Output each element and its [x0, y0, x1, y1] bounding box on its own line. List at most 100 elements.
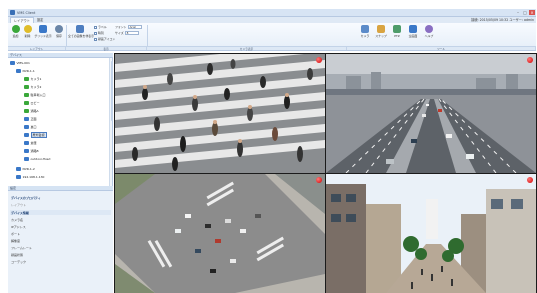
- font-setting: フォント Arial: [115, 25, 142, 30]
- size-setting: サイズ 8: [115, 31, 139, 36]
- minimize-button[interactable]: –: [515, 10, 521, 15]
- delete-icon: [23, 25, 32, 33]
- property-row[interactable]: ポート: [11, 231, 20, 237]
- tree-item[interactable]: 正面: [24, 116, 37, 123]
- fullscreen-icon: [409, 25, 417, 33]
- video-cell-intersection[interactable]: [115, 174, 325, 293]
- grid-icon: [39, 25, 47, 33]
- tree-item[interactable]: VMS-001: [10, 60, 30, 67]
- tree-item[interactable]: 駐車場入口: [24, 92, 46, 99]
- group-label-display: 表示: [66, 46, 147, 51]
- hide-all-button[interactable]: 全ての画像を非表示: [68, 25, 94, 38]
- tree-item-selected[interactable]: 屋外監視: [24, 132, 47, 139]
- checkbox-icon: [94, 25, 97, 29]
- camera-icon: [24, 141, 29, 145]
- tree-item[interactable]: outdoor-fixed: [24, 156, 50, 163]
- label-checkbox[interactable]: ラベル: [94, 25, 107, 30]
- camera-icon: [24, 133, 29, 137]
- video-cell-highway[interactable]: [326, 54, 536, 173]
- ribbon-separator: [147, 25, 148, 47]
- tree-item[interactable]: 通路A: [24, 108, 39, 115]
- tree-item[interactable]: 倉庫: [24, 140, 37, 147]
- tree-scrollbar[interactable]: [109, 58, 113, 186]
- time-checkbox[interactable]: 時刻: [94, 31, 104, 36]
- snapshot-icon: [377, 25, 385, 33]
- device-tree: VMS-001 NVR-1-1 カメラ1 カメラ2 駐車場入口 ロビー 通路A …: [8, 58, 113, 186]
- recording-indicator-icon: [316, 177, 322, 183]
- camera-online-icon: [24, 93, 29, 97]
- hide-all-icon: [76, 25, 84, 33]
- crosswalk-scene: [115, 54, 325, 173]
- property-row[interactable]: フレームレート: [11, 245, 32, 251]
- grid-view-button[interactable]: グリッド表示: [34, 25, 52, 38]
- recording-indicator-icon: [527, 177, 533, 183]
- property-row[interactable]: 解像度: [11, 238, 20, 244]
- font-field[interactable]: Arial: [127, 25, 142, 29]
- size-field[interactable]: 8: [124, 31, 139, 35]
- app-logo-icon: [10, 10, 15, 15]
- video-grid: [114, 53, 537, 293]
- camera-online-icon: [24, 109, 29, 113]
- properties-title: デバイスのプロパティ: [11, 196, 41, 200]
- title-bar: VMS Client – □ ×: [8, 9, 536, 17]
- add-icon: [11, 25, 20, 33]
- help-button[interactable]: ヘルプ: [422, 25, 436, 38]
- camera-icon: [24, 125, 29, 129]
- property-row[interactable]: コーデック: [11, 259, 26, 265]
- maximize-button[interactable]: □: [522, 10, 528, 15]
- save-button[interactable]: 保存: [54, 25, 64, 38]
- tree-item[interactable]: カメラ2: [24, 84, 41, 91]
- tree-item[interactable]: 裏口: [24, 124, 37, 131]
- delete-button[interactable]: 削除: [22, 25, 33, 38]
- tree-item[interactable]: ロビー: [24, 100, 40, 107]
- ptz-button[interactable]: PTZ: [390, 25, 404, 38]
- ribbon: 追加 削除 グリッド表示 保存 全ての画像を非表示 ラベル 時刻 録画アイコン …: [8, 23, 536, 51]
- intersection-scene: [115, 174, 325, 293]
- video-cell-crosswalk[interactable]: [115, 54, 325, 173]
- rec-icon-checkbox[interactable]: 録画アイコン: [94, 37, 115, 42]
- video-cell-street[interactable]: [326, 174, 536, 293]
- recorder-icon: [16, 69, 21, 73]
- highway-scene: [326, 54, 536, 173]
- camera-online-icon: [24, 101, 29, 105]
- ribbon-separator: [66, 25, 67, 47]
- camera-icon: [24, 157, 29, 161]
- camera-icon: [24, 117, 29, 121]
- save-icon: [55, 25, 63, 33]
- tree-item[interactable]: NVR-1-2: [16, 166, 35, 173]
- street-scene: [326, 174, 536, 293]
- camera-online-icon: [24, 85, 29, 89]
- window-title: VMS Client: [17, 10, 36, 15]
- property-row[interactable]: カメラ名: [11, 217, 23, 223]
- recorder-icon: [16, 175, 21, 179]
- recording-indicator-icon: [316, 57, 322, 63]
- scrollbar-thumb[interactable]: [110, 61, 113, 121]
- close-button[interactable]: ×: [529, 10, 535, 15]
- recording-indicator-icon: [527, 57, 533, 63]
- tree-item[interactable]: カメラ1: [24, 76, 41, 83]
- tree-item[interactable]: NVR-1-1: [16, 68, 35, 75]
- properties-pane: デバイスのプロパティ レイアウト デバイス情報 カメラ名 IPアドレス ポート …: [8, 191, 113, 293]
- ptz-icon: [393, 25, 401, 33]
- camera-icon: [24, 149, 29, 153]
- section-title: デバイス情報: [11, 210, 29, 215]
- fullscreen-button[interactable]: 全画面: [406, 25, 420, 38]
- tree-item[interactable]: 192.168.1.130: [16, 174, 44, 181]
- group-label-tools: ツール: [347, 46, 536, 51]
- snapshot-button[interactable]: スナップ: [374, 25, 388, 38]
- camera-button[interactable]: カメラ: [358, 25, 372, 38]
- server-icon: [10, 61, 15, 65]
- group-label-camera-view: カメラ表示: [147, 46, 347, 51]
- add-button[interactable]: 追加: [10, 25, 21, 38]
- recorder-icon: [16, 167, 21, 171]
- property-row[interactable]: 録画状態: [11, 252, 23, 258]
- property-row[interactable]: IPアドレス: [11, 224, 26, 230]
- camera-online-icon: [24, 77, 29, 81]
- help-icon: [425, 25, 433, 33]
- tree-item[interactable]: 通路B: [24, 148, 39, 155]
- properties-subtitle: レイアウト: [11, 203, 27, 207]
- group-label-layout: レイアウト: [8, 46, 66, 51]
- checkbox-icon: [94, 37, 97, 41]
- checkbox-icon: [94, 31, 97, 35]
- camera-icon: [361, 25, 369, 33]
